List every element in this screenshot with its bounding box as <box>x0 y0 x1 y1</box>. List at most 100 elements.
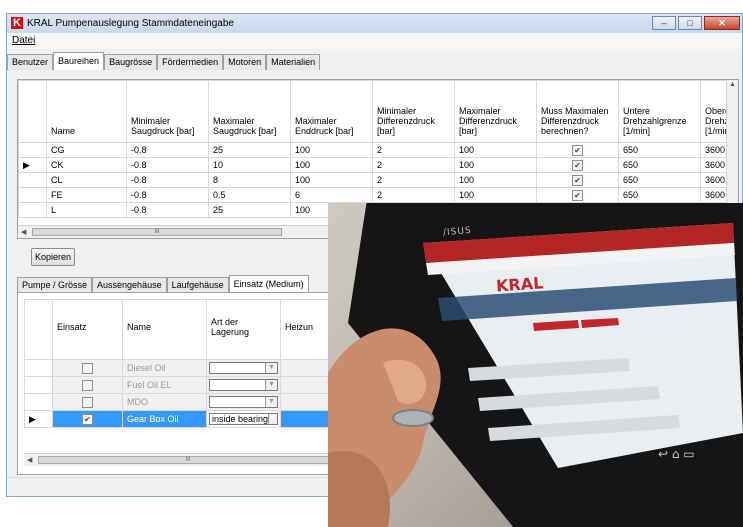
cell-einsatz[interactable] <box>52 359 123 377</box>
col-header-lagerung[interactable]: Art der Lagerung <box>206 299 281 360</box>
col-header-min-differenzdruck[interactable]: Minimaler Differenzdruck [bar] <box>372 80 455 143</box>
cell-name[interactable]: Fuel Oil EL <box>122 376 207 394</box>
cell-max-diff[interactable]: 100 <box>454 142 537 158</box>
table-row[interactable]: Fuel Oil EL ▼ <box>24 376 345 394</box>
col-header-untere-drehzahl[interactable]: Untere Drehzahlgrenze [1/min] <box>618 80 701 143</box>
checkbox[interactable]: ✔ <box>572 145 583 157</box>
col-header-name[interactable]: Name <box>122 299 207 360</box>
cell-min-saug[interactable]: -0.8 <box>126 157 209 173</box>
cell-name[interactable]: CK <box>46 157 127 173</box>
tab-motoren[interactable]: Motoren <box>223 54 267 70</box>
minimize-icon[interactable]: – <box>652 16 676 30</box>
cell-berechnen[interactable]: ✔ <box>536 187 619 203</box>
cell-max-saug[interactable]: 0.5 <box>208 187 291 203</box>
cell-max-end[interactable]: 100 <box>290 142 373 158</box>
cell-min-saug[interactable]: -0.8 <box>126 142 209 158</box>
cell-name[interactable]: CL <box>46 172 127 188</box>
cell-einsatz[interactable] <box>52 393 123 411</box>
col-header-max-differenzdruck[interactable]: Maximaler Differenzdruck [bar] <box>454 80 537 143</box>
col-header-max-enddruck[interactable]: Maximaler Enddruck [bar] <box>290 80 373 143</box>
cell-lagerung[interactable]: ▼ <box>206 359 281 377</box>
cell-untere[interactable]: 650 <box>618 142 701 158</box>
cell-name[interactable]: CG <box>46 142 127 158</box>
checkbox[interactable]: ✔ <box>82 414 93 426</box>
cell-max-saug[interactable]: 25 <box>208 202 291 218</box>
col-header-einsatz[interactable]: Einsatz <box>52 299 123 360</box>
table-row[interactable]: Diesel Oil ▼ <box>24 359 345 377</box>
tab-einsatz-medium[interactable]: Einsatz (Medium) <box>228 275 309 293</box>
cell-name[interactable]: MDO <box>122 393 207 411</box>
tab-baureihen[interactable]: Baureihen <box>53 52 105 70</box>
col-header-name[interactable]: Name <box>46 80 127 143</box>
tab-laufgehaeuse[interactable]: Laufgehäuse <box>166 277 229 293</box>
checkbox[interactable]: ✔ <box>572 175 583 187</box>
cell-einsatz[interactable]: ✔ <box>52 410 123 428</box>
tab-baugroesse[interactable]: Baugrösse <box>104 54 158 70</box>
cell-name[interactable]: Diesel Oil <box>122 359 207 377</box>
lagerung-dropdown[interactable]: ▼ <box>209 362 278 374</box>
checkbox[interactable]: ✔ <box>572 190 583 202</box>
row-selector[interactable] <box>18 142 47 158</box>
scroll-left-icon[interactable]: ◀ <box>21 228 26 236</box>
cell-max-saug[interactable]: 25 <box>208 142 291 158</box>
cell-lagerung[interactable]: ▼ <box>206 393 281 411</box>
cell-max-diff[interactable]: 100 <box>454 172 537 188</box>
table-row[interactable]: MDO ▼ <box>24 393 345 411</box>
chevron-down-icon[interactable]: ▼ <box>265 397 277 407</box>
lagerung-dropdown[interactable]: ▼ <box>209 396 278 408</box>
cell-max-diff[interactable]: 100 <box>454 157 537 173</box>
cell-min-saug[interactable]: -0.8 <box>126 172 209 188</box>
row-selector[interactable] <box>18 172 47 188</box>
cell-min-saug[interactable]: -0.8 <box>126 202 209 218</box>
cell-berechnen[interactable]: ✔ <box>536 142 619 158</box>
col-header-min-saugdruck[interactable]: Minimaler Saugdruck [bar] <box>126 80 209 143</box>
row-selector-current[interactable]: ▶ <box>24 410 53 428</box>
cell-min-saug[interactable]: -0.8 <box>126 187 209 203</box>
maximize-icon[interactable]: □ <box>678 16 702 30</box>
row-selector[interactable] <box>24 359 53 377</box>
checkbox[interactable] <box>82 397 93 409</box>
row-selector[interactable] <box>18 202 47 218</box>
cell-min-diff[interactable]: 2 <box>372 157 455 173</box>
cell-lagerung[interactable]: inside bearing ▼ <box>206 410 281 428</box>
cell-max-end[interactable]: 100 <box>290 157 373 173</box>
cell-untere[interactable]: 650 <box>618 157 701 173</box>
cell-max-end[interactable]: 100 <box>290 172 373 188</box>
table-row-selected[interactable]: ▶ ✔ Gear Box Oil inside bearing ▼ <box>24 410 345 428</box>
scroll-thumb[interactable]: III <box>32 228 282 236</box>
cell-name[interactable]: Gear Box Oil <box>122 410 207 428</box>
row-selector-current[interactable]: ▶ <box>18 157 47 173</box>
cell-berechnen[interactable]: ✔ <box>536 157 619 173</box>
lagerung-dropdown[interactable]: ▼ <box>209 379 278 391</box>
cell-min-diff[interactable]: 2 <box>372 187 455 203</box>
cell-max-end[interactable]: 6 <box>290 187 373 203</box>
cell-max-saug[interactable]: 8 <box>208 172 291 188</box>
cell-min-diff[interactable]: 2 <box>372 172 455 188</box>
scroll-up-icon[interactable]: ▲ <box>729 81 736 88</box>
row-selector[interactable] <box>24 393 53 411</box>
tab-materialien[interactable]: Materialien <box>266 54 321 70</box>
col-header-berechnen[interactable]: Muss Maximalen Differenzdruck berechnen? <box>536 80 619 143</box>
table-row[interactable]: FE -0.8 0.5 6 2 100 ✔ 650 3600 <box>18 187 738 203</box>
table-row[interactable]: CL -0.8 8 100 2 100 ✔ 650 3600 <box>18 172 738 188</box>
cell-berechnen[interactable]: ✔ <box>536 172 619 188</box>
cell-untere[interactable]: 650 <box>618 172 701 188</box>
table-row[interactable]: CG -0.8 25 100 2 100 ✔ 650 3600 <box>18 142 738 158</box>
chevron-down-icon[interactable]: ▼ <box>265 363 277 373</box>
cell-max-diff[interactable]: 100 <box>454 187 537 203</box>
scroll-thumb[interactable]: III <box>38 456 338 464</box>
tab-pumpe-groesse[interactable]: Pumpe / Grösse <box>17 277 93 293</box>
menu-datei[interactable]: Datei <box>12 35 35 46</box>
checkbox[interactable]: ✔ <box>572 160 583 172</box>
cell-untere[interactable]: 650 <box>618 187 701 203</box>
tab-aussengehaeuse[interactable]: Aussengehäuse <box>92 277 167 293</box>
cell-min-diff[interactable]: 2 <box>372 142 455 158</box>
col-header-max-saugdruck[interactable]: Maximaler Saugdruck [bar] <box>208 80 291 143</box>
cell-einsatz[interactable] <box>52 376 123 394</box>
row-selector[interactable] <box>18 187 47 203</box>
lagerung-dropdown[interactable]: inside bearing ▼ <box>209 413 278 425</box>
tab-benutzer[interactable]: Benutzer <box>7 54 54 70</box>
close-icon[interactable]: ✕ <box>704 16 740 30</box>
row-selector[interactable] <box>24 376 53 394</box>
checkbox[interactable] <box>82 363 93 375</box>
